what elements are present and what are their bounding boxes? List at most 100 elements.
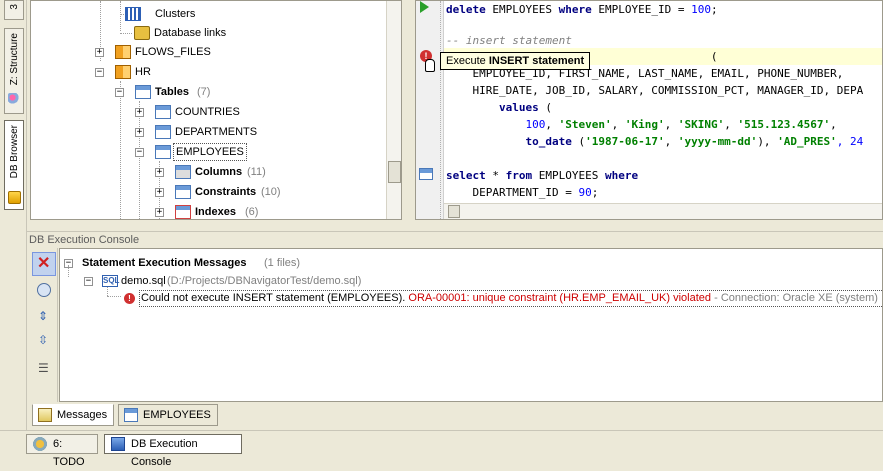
toolwindow-tab-top[interactable]: 3 [4,0,24,20]
tree-item-count: (10) [261,186,281,198]
collapse-toggle[interactable]: − [135,148,144,157]
tree-item-count: (6) [245,206,259,218]
code-line: -- insert statement [446,32,572,49]
editor-scroll-thumb[interactable] [448,205,460,218]
tree-item-count: (7) [197,86,211,98]
collapse-toggle[interactable]: − [84,277,93,286]
error-message-row[interactable]: ! Could not execute INSERT statement (EM… [60,290,882,307]
editor-horizontal-scrollbar[interactable] [444,203,882,219]
tab-employees[interactable]: EMPLOYEES [118,404,218,426]
expand-all-icon: ⇕ [38,309,49,323]
tree-root-statement-messages[interactable]: − Statement Execution Messages (1 files) [60,255,860,272]
console-title: DB Execution Console [27,231,883,247]
filter-button[interactable]: ☰ [32,356,56,380]
tree-item-hr[interactable]: − HR [31,63,381,81]
code-token: , [724,118,738,131]
tree-item-departments[interactable]: + DEPARTMENTS [31,123,381,141]
console-label: DB Execution Console [131,438,198,468]
code-token: where [604,169,639,182]
tree-item-label: HR [135,66,151,78]
messages-icon [38,408,52,422]
error-message: Could not execute INSERT statement (EMPL… [139,290,882,307]
expand-toggle[interactable]: + [155,208,164,217]
table-result-icon[interactable] [419,168,433,180]
tree-item-clusters[interactable]: Clusters [31,5,381,23]
tree-item-employees[interactable]: − EMPLOYEES [31,143,381,161]
tree-vertical-scrollbar[interactable] [386,1,401,219]
sql-editor[interactable]: ! delete EMPLOYEES where EMPLOYEE_ID = 1… [415,0,883,220]
code-token: 100 [525,118,546,131]
tree-item-columns[interactable]: + Columns (11) [31,163,381,181]
code-token: 'King' [624,118,665,131]
db-browser-tab[interactable]: DB Browser [4,120,24,210]
console-messages-tree: − Statement Execution Messages (1 files)… [59,248,883,402]
structure-tab[interactable]: Z: Structure [4,28,24,114]
tab-messages[interactable]: Messages [32,404,114,426]
tree-item-label: EMPLOYEES [173,143,247,161]
todo-icon [33,437,47,451]
code-token: EMPLOYEE_ID = [591,3,692,16]
code-token: 100 [691,3,711,16]
tree-item-label: Indexes [195,206,236,218]
tables-icon [135,85,151,99]
tree-item-label: Clusters [155,8,196,20]
code-token: from [505,169,533,182]
code-token: -- insert statement [446,34,572,47]
code-token: HIRE_DATE, JOB_ID, SALARY, COMMISSION_PC… [446,84,864,97]
tooltip-bold: INSERT statement [488,55,585,67]
db-execution-console-button[interactable]: DB Execution Console [104,434,242,468]
code-token: ( [571,135,586,148]
file-path: (D:/Projects/DBNavigatorTest/demo.sql) [167,275,362,287]
tree-item-indexes[interactable]: + Indexes (6) [31,203,381,219]
table-icon [124,408,138,422]
collapse-all-button[interactable]: ⇳ [32,328,56,352]
tree-item-flows-files[interactable]: + FLOWS_FILES [31,43,381,61]
code-line: HIRE_DATE, JOB_ID, SALARY, COMMISSION_PC… [446,82,863,99]
list-icon: ☰ [38,361,49,375]
expand-toggle[interactable]: + [135,108,144,117]
close-icon: ✕ [37,255,51,272]
tree-item-label: COUNTRIES [175,106,240,118]
code-token: DEPARTMENT_ID = [446,186,579,199]
tree-item-countries[interactable]: + COUNTRIES [31,103,381,121]
tree-item-constraints[interactable]: + Constraints (10) [31,183,381,201]
expand-toggle[interactable]: + [135,128,144,137]
left-toolwindow-strip: 3 Z: Structure DB Browser [0,0,27,432]
todo-label: 6: TODO [53,438,85,468]
code-token: ; [591,186,599,199]
code-token: select [446,169,486,182]
collapse-toggle[interactable]: − [115,88,124,97]
open-file-button[interactable] [32,278,56,302]
tree-item-label: Tables [155,86,190,98]
code-token: delete [446,3,486,16]
expand-toggle[interactable]: + [95,48,104,57]
expand-all-button[interactable]: ⇕ [32,304,56,328]
expand-toggle[interactable]: + [155,188,164,197]
tree-item-tables[interactable]: − Tables (7) [31,83,381,101]
pane-splitter[interactable] [403,0,415,222]
code-line: select * from EMPLOYEES where [446,167,638,184]
code-token: where [558,3,592,16]
message-error: ORA-00001: unique constraint (HR.EMP_EMA… [408,292,712,304]
expand-toggle[interactable]: + [155,168,164,177]
run-statement-icon[interactable] [420,1,429,13]
code-token: , [664,135,678,148]
db-browser-tree: Clusters Database links + FLOWS_FILES − … [30,0,402,220]
database-links-icon [134,26,150,40]
tree-scroll-thumb[interactable] [388,161,401,183]
code-token: , [545,118,559,131]
db-browser-tab-label: DB Browser [9,125,20,179]
structure-icon [8,93,21,106]
todo-button[interactable]: 6: TODO [26,434,98,468]
console-icon [111,437,125,451]
message-text: Could not execute INSERT statement (EMPL… [141,292,406,304]
clear-console-button[interactable]: ✕ [32,252,56,276]
code-token: '515.123.4567' [737,118,831,131]
root-count: (1 files) [264,257,301,269]
code-token: 'AD_PRES' [777,135,837,148]
tree-item-file[interactable]: − SQL demo.sql (D:/Projects/DBNavigatorT… [60,273,860,290]
tree-item-database-links[interactable]: Database links [31,24,381,42]
code-token: * [485,169,506,182]
collapse-toggle[interactable]: − [95,68,104,77]
schema-icon [115,65,131,79]
